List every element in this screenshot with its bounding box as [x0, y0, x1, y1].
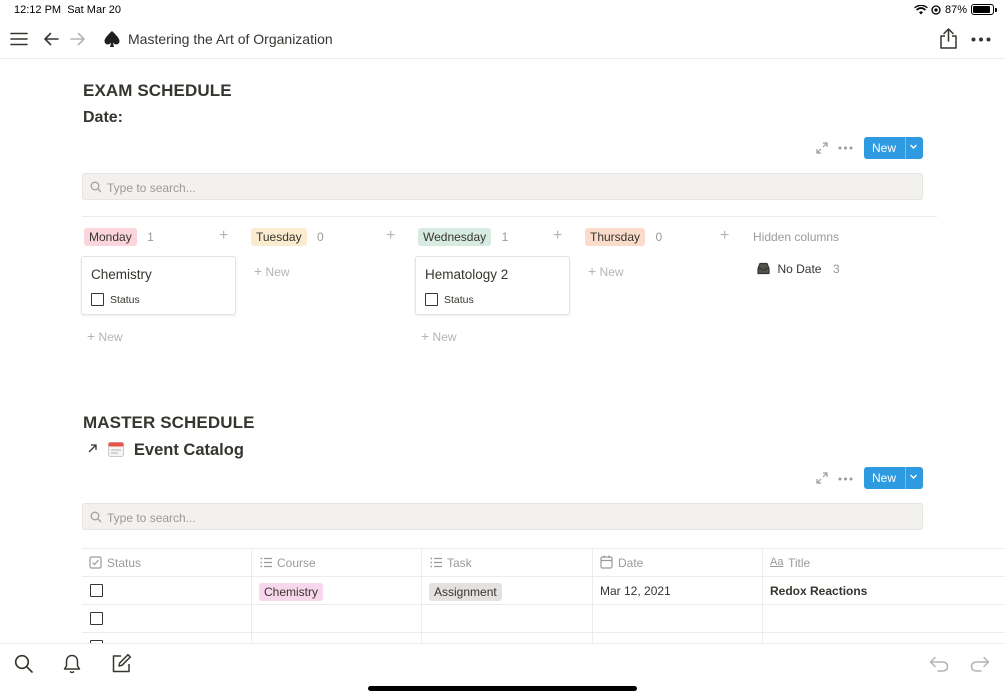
- bell-icon[interactable]: [63, 654, 81, 674]
- inbox-icon: [757, 262, 770, 275]
- master-new-button[interactable]: New: [864, 467, 923, 489]
- column-header-course[interactable]: Course: [252, 549, 422, 576]
- view-options-icon[interactable]: [838, 146, 853, 150]
- column-thursday[interactable]: Thursday 0: [585, 228, 662, 246]
- back-arrow-icon[interactable]: [43, 32, 59, 46]
- redo-icon[interactable]: [970, 656, 990, 672]
- search-icon[interactable]: [14, 654, 34, 674]
- table-row[interactable]: Chemistry Assignment Mar 12, 2021 Redox …: [82, 577, 1005, 605]
- column-header-title[interactable]: Aa Title: [763, 549, 1005, 576]
- status-bar: 12:12 PM Sat Mar 20 87%: [0, 0, 1005, 20]
- column-wednesday[interactable]: Wednesday 1: [418, 228, 508, 246]
- search-icon: [90, 511, 102, 523]
- column-header-status[interactable]: Status: [82, 549, 252, 576]
- status-checkbox[interactable]: [425, 293, 438, 306]
- search-icon: [90, 181, 102, 193]
- link-arrow-icon: [88, 444, 97, 453]
- multi-select-icon: [260, 557, 272, 568]
- calendar-icon: [108, 442, 125, 457]
- chevron-down-icon[interactable]: [909, 142, 918, 151]
- view-options-icon[interactable]: [838, 477, 853, 481]
- date-cell: Mar 12, 2021: [600, 584, 671, 598]
- title-cell[interactable]: Redox Reactions: [770, 584, 867, 598]
- share-icon[interactable]: [939, 28, 958, 49]
- column-tuesday[interactable]: Tuesday 0: [251, 228, 324, 246]
- course-tag: Chemistry: [259, 583, 324, 601]
- add-card-tuesday-icon[interactable]: +: [386, 227, 395, 245]
- new-card-wednesday-button[interactable]: + New: [421, 328, 457, 344]
- more-options-icon[interactable]: [971, 37, 991, 42]
- compose-icon[interactable]: [111, 653, 132, 674]
- add-card-thursday-icon[interactable]: +: [720, 227, 729, 245]
- status-checkbox[interactable]: [90, 612, 103, 625]
- chevron-down-icon[interactable]: [909, 472, 918, 481]
- date-subheading: Date:: [83, 109, 124, 126]
- add-card-monday-icon[interactable]: +: [219, 227, 228, 245]
- board-divider: [82, 216, 937, 217]
- status-checkbox[interactable]: [90, 584, 103, 597]
- master-search-input[interactable]: Type to search...: [82, 503, 923, 530]
- spade-icon: [104, 31, 120, 47]
- new-card-monday-button[interactable]: + New: [87, 328, 123, 344]
- exam-new-button[interactable]: New: [864, 137, 923, 159]
- location-lock-icon: [931, 5, 941, 15]
- task-tag: Assignment: [429, 583, 502, 601]
- column-header-task[interactable]: Task: [422, 549, 593, 576]
- multi-select-icon: [430, 557, 442, 568]
- hidden-column-no-date[interactable]: No Date 3: [757, 260, 840, 278]
- new-card-thursday-button[interactable]: + New: [588, 263, 624, 279]
- forward-arrow-icon[interactable]: [70, 32, 86, 46]
- card-hematology-2[interactable]: Hematology 2 Status: [415, 256, 570, 315]
- card-chemistry[interactable]: Chemistry Status: [81, 256, 236, 315]
- top-nav-bar: Mastering the Art of Organization: [0, 20, 1005, 59]
- expand-icon[interactable]: [816, 142, 828, 154]
- status-checkbox[interactable]: [91, 293, 104, 306]
- status-time: 12:12 PM Sat Mar 20: [14, 4, 122, 16]
- undo-icon[interactable]: [929, 656, 949, 672]
- master-schedule-heading: MASTER SCHEDULE: [83, 413, 255, 432]
- wifi-icon: [914, 5, 928, 15]
- menu-icon[interactable]: [10, 32, 28, 46]
- checkbox-property-icon: [89, 556, 102, 569]
- event-catalog-link[interactable]: Event Catalog: [87, 440, 244, 460]
- table-row[interactable]: [82, 605, 1005, 633]
- title-property-icon: Aa: [770, 556, 784, 568]
- exam-search-input[interactable]: Type to search...: [82, 173, 923, 200]
- table-header: Status Course Task Date Aa Title: [82, 549, 1005, 577]
- date-property-icon: [600, 555, 613, 569]
- add-card-wednesday-icon[interactable]: +: [553, 227, 562, 245]
- exam-schedule-heading: EXAM SCHEDULE: [83, 81, 232, 100]
- new-card-tuesday-button[interactable]: + New: [254, 263, 290, 279]
- column-header-date[interactable]: Date: [593, 549, 763, 576]
- battery-icon: [971, 4, 997, 15]
- battery-percent: 87%: [944, 4, 967, 16]
- home-indicator: [368, 686, 637, 691]
- hidden-columns-label: Hidden columns: [753, 230, 840, 244]
- expand-icon[interactable]: [816, 472, 828, 484]
- page-title[interactable]: Mastering the Art of Organization: [128, 31, 333, 47]
- column-monday[interactable]: Monday 1: [84, 228, 154, 246]
